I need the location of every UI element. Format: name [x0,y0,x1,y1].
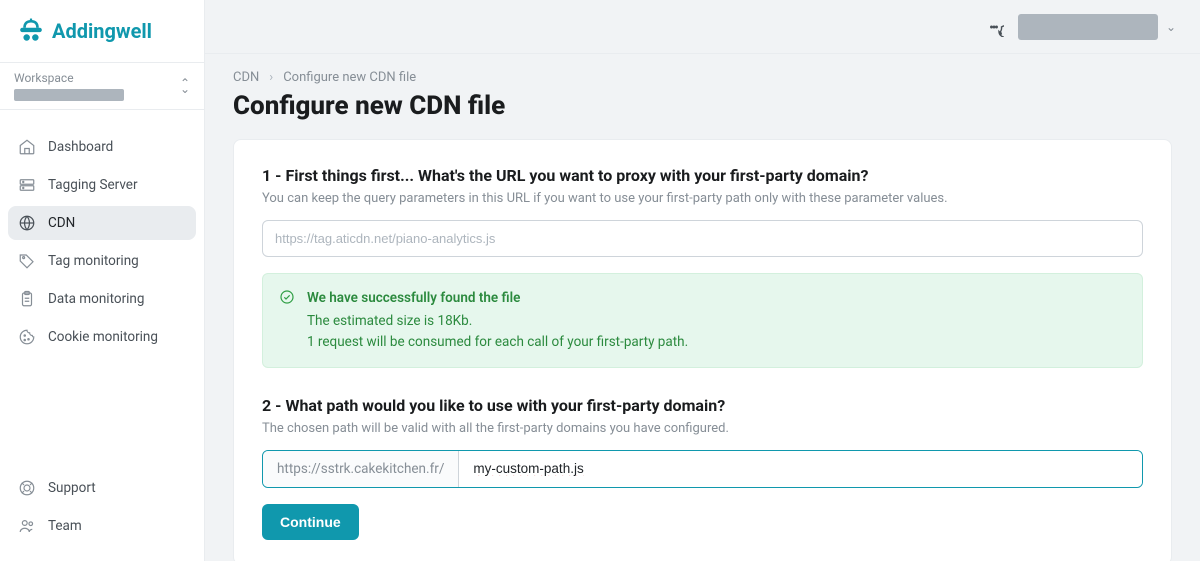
step2-subtitle: The chosen path will be valid with all t… [262,421,1143,436]
custom-path-input[interactable] [459,451,1142,487]
page-title: Configure new CDN file [233,91,1172,121]
sidebar-item-tagging-server[interactable]: Tagging Server [8,168,196,202]
chevron-down-icon: ⌄ [1166,20,1176,34]
sidebar-item-label: CDN [48,215,75,231]
alert-line-2: 1 request will be consumed for each call… [307,332,1126,353]
sidebar-item-cdn[interactable]: CDN [8,206,196,240]
home-icon [18,138,36,156]
breadcrumb-current: Configure new CDN file [283,70,416,85]
sidebar-item-label: Data monitoring [48,291,144,307]
sidebar-item-team[interactable]: Team [8,509,196,543]
step1-title: 1 - First things first... What's the URL… [262,166,1143,185]
workspace-label: Workspace [14,71,190,85]
sidebar-item-tag-monitoring[interactable]: Tag monitoring [8,244,196,278]
path-input-group: https://sstrk.cakekitchen.fr/ [262,450,1143,488]
sidebar-item-data-monitoring[interactable]: Data monitoring [8,282,196,316]
workspace-current-placeholder [14,89,124,101]
sidebar-item-label: Tag monitoring [48,253,139,269]
sidebar-item-support[interactable]: Support [8,471,196,505]
clipboard-icon [18,290,36,308]
step-1: 1 - First things first... What's the URL… [262,166,1143,368]
lifebuoy-icon [18,479,36,497]
sidebar-item-label: Tagging Server [48,177,138,193]
topbar: ⌄ [205,0,1200,54]
brand-logo: Addingwell [0,0,204,62]
workspace-switcher[interactable]: Workspace ⌃⌄ [0,62,204,110]
globe-icon [18,214,36,232]
sidebar-nav: Dashboard Tagging Server CDN Tag monitor… [0,110,204,463]
brand-name: Addingwell [52,19,152,43]
success-alert: We have successfully found the file The … [262,273,1143,368]
sidebar-item-label: Cookie monitoring [48,329,158,345]
users-icon [18,517,36,535]
step1-subtitle: You can keep the query parameters in thi… [262,191,1143,206]
step-2: 2 - What path would you like to use with… [262,396,1143,540]
config-card: 1 - First things first... What's the URL… [233,139,1172,561]
proxy-url-input[interactable] [262,220,1143,257]
check-circle-icon [279,289,295,305]
user-name-placeholder [1018,14,1158,40]
content-area: CDN › Configure new CDN file Configure n… [205,54,1200,561]
cookie-icon [18,328,36,346]
alert-line-1: The estimated size is 18Kb. [307,311,1126,332]
alert-headline: We have successfully found the file [307,288,1126,309]
user-menu[interactable]: ⌄ [1018,14,1176,40]
sidebar-item-label: Support [48,480,96,496]
sidebar: Addingwell Workspace ⌃⌄ Dashboard Taggin… [0,0,205,561]
addingwell-logo-icon [18,18,44,44]
tag-icon [18,252,36,270]
server-icon [18,176,36,194]
main: ⌄ CDN › Configure new CDN file Configure… [205,0,1200,561]
sidebar-footer: Support Team [0,463,204,561]
chevron-up-down-icon: ⌃⌄ [180,80,190,92]
chevron-right-icon: › [269,70,273,85]
chat-icon[interactable] [984,17,1004,37]
step2-title: 2 - What path would you like to use with… [262,396,1143,415]
sidebar-item-label: Team [48,518,82,534]
sidebar-item-dashboard[interactable]: Dashboard [8,130,196,164]
breadcrumb: CDN › Configure new CDN file [233,70,1172,85]
path-prefix: https://sstrk.cakekitchen.fr/ [263,451,459,487]
sidebar-item-label: Dashboard [48,139,113,155]
breadcrumb-root[interactable]: CDN [233,70,259,85]
sidebar-item-cookie-monitoring[interactable]: Cookie monitoring [8,320,196,354]
continue-button[interactable]: Continue [262,504,359,540]
